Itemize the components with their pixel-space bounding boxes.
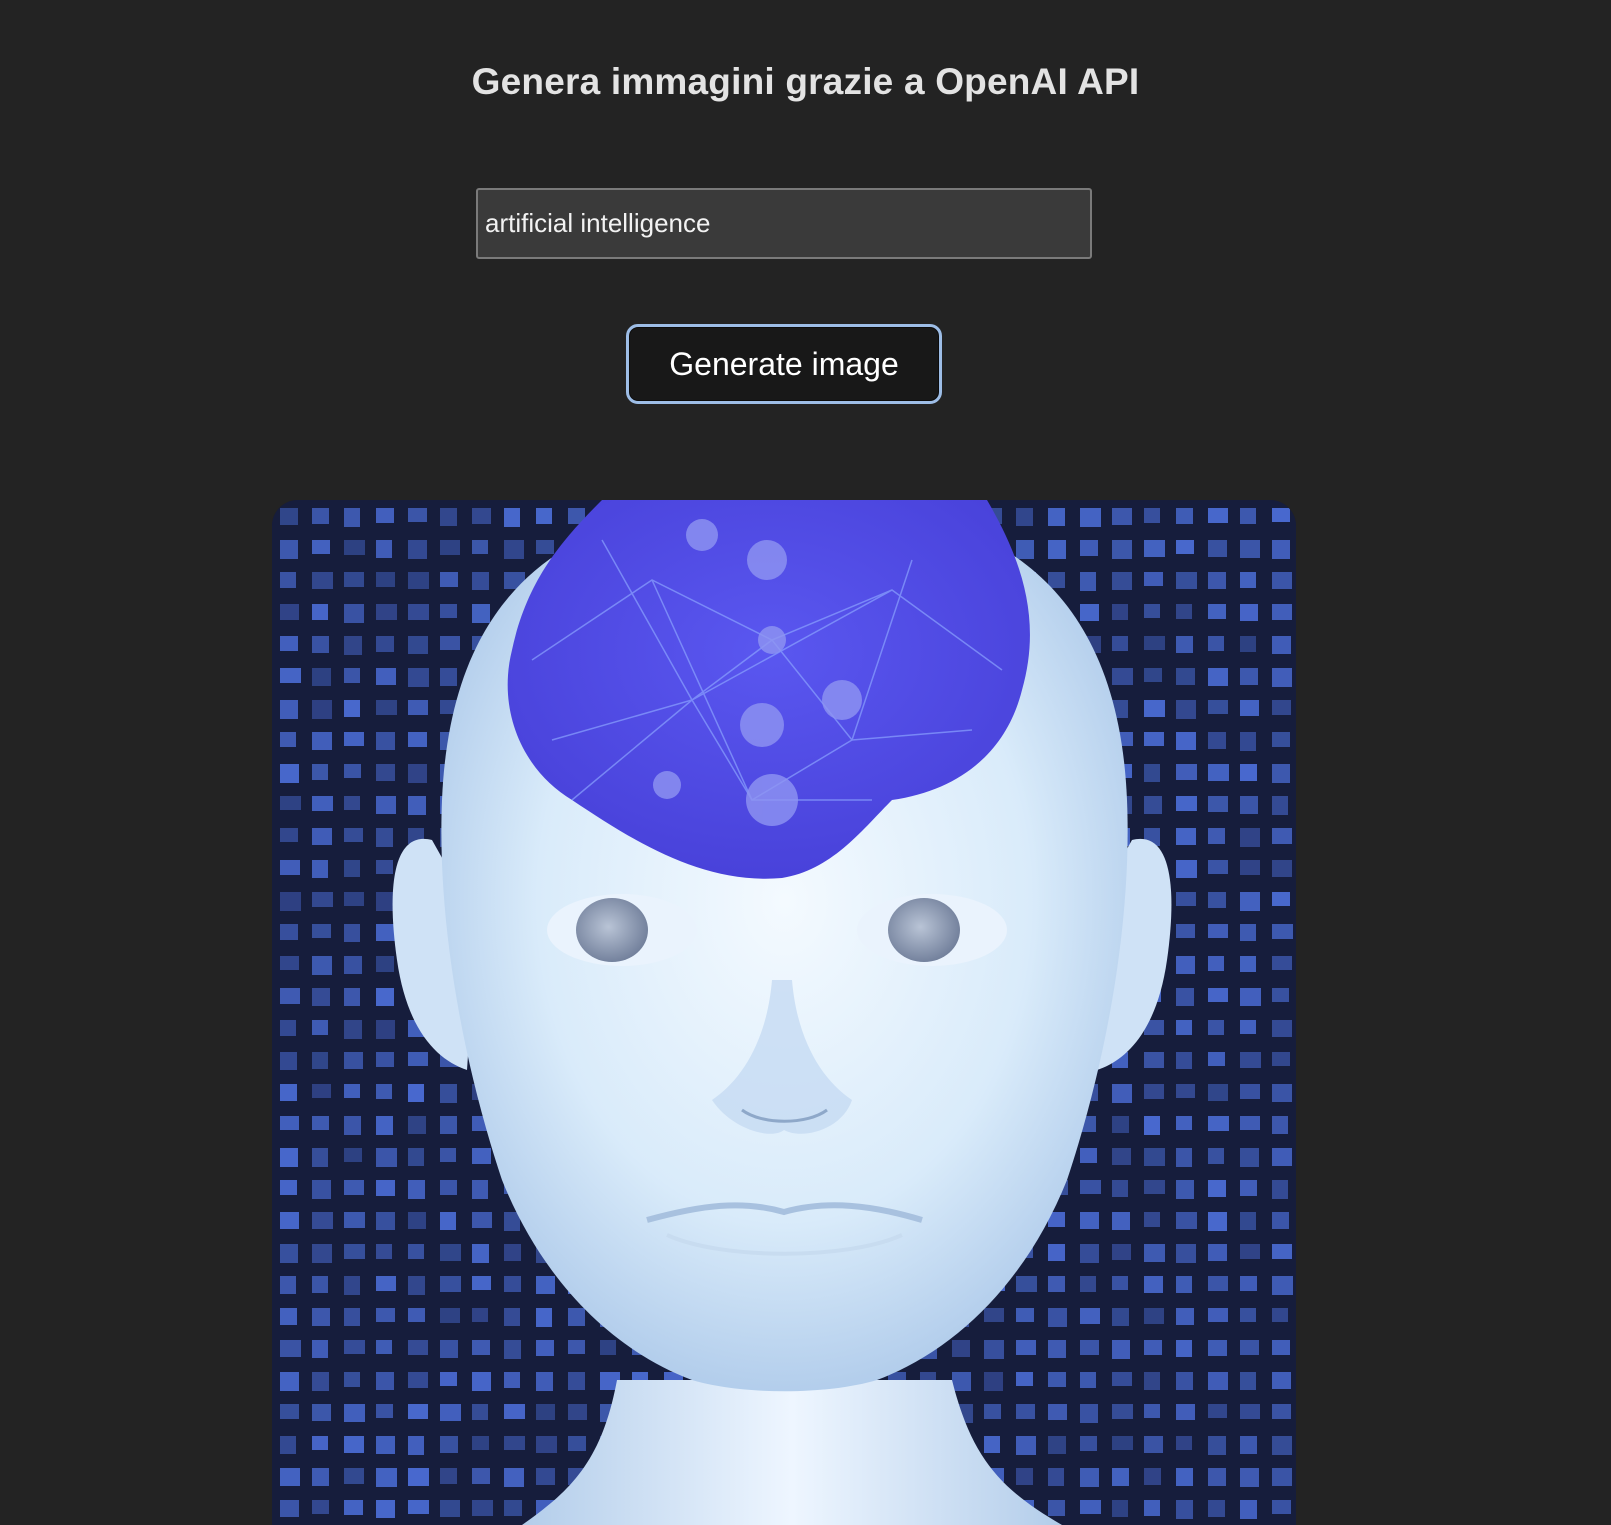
page: Genera immagini grazie a OpenAI API Gene… xyxy=(0,0,1611,1525)
generated-image-art xyxy=(272,500,1296,1525)
generated-image xyxy=(272,500,1296,1525)
generate-image-button[interactable]: Generate image xyxy=(626,324,942,404)
page-title: Genera immagini grazie a OpenAI API xyxy=(471,60,1140,102)
prompt-input[interactable] xyxy=(476,188,1092,259)
